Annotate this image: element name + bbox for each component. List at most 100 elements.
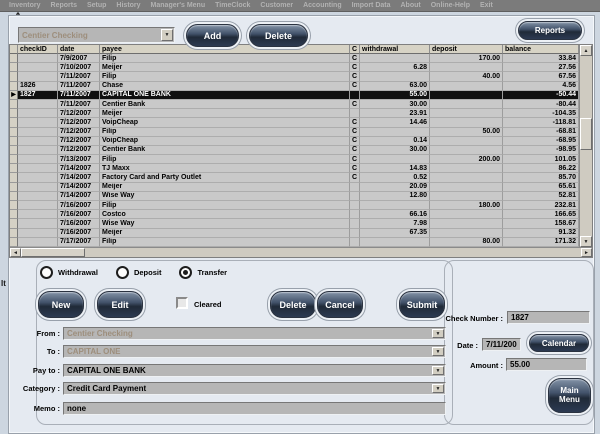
radio-transfer[interactable] [179, 266, 193, 279]
field-label-category: Category : [22, 384, 60, 393]
field-value-category: Credit Card Payment [67, 384, 147, 393]
row-selector[interactable] [10, 136, 18, 146]
cell-deposit [430, 219, 503, 229]
row-selector[interactable] [10, 118, 18, 128]
reports-button[interactable]: Reports [518, 21, 582, 40]
table-row[interactable]: ▶ 1827 7/11/2007 CAPITAL ONE BANK 55.00 -50.4… [10, 90, 579, 100]
cell-date: 7/11/2007 [58, 99, 100, 110]
menu-item-setup[interactable]: Setup [82, 2, 111, 9]
table-row[interactable]: 7/12/2007 Centier Bank C 30.00 -98.95 [10, 145, 579, 156]
menu-item-accounting[interactable]: Accounting [298, 2, 347, 9]
row-selector[interactable] [10, 237, 18, 247]
table-row[interactable]: 7/11/2007 Filip C 40.00 67.56 [10, 72, 579, 82]
menu-item-manager-s-menu[interactable]: Manager's Menu [146, 2, 211, 9]
row-selector[interactable] [10, 99, 18, 110]
menu-item-customer[interactable]: Customer [255, 2, 298, 9]
menu-item-reports[interactable]: Reports [46, 2, 82, 9]
horizontal-scrollbar[interactable]: ◄ ► [10, 247, 592, 257]
new-button[interactable]: New [38, 291, 84, 318]
row-selector[interactable] [10, 81, 18, 91]
row-selector[interactable] [10, 155, 18, 165]
vertical-scrollbar[interactable]: ▲ ▼ [579, 45, 592, 247]
scroll-right-icon[interactable]: ► [581, 248, 592, 257]
row-selector[interactable] [10, 54, 18, 64]
table-row[interactable]: 7/14/2007 Factory Card and Party Outlet C 0… [10, 173, 579, 183]
table-row[interactable]: 7/14/2007 Meijer 20.09 65.61 [10, 182, 579, 192]
cell-payee: Filip [100, 127, 350, 137]
amount-field[interactable]: 55.00 [506, 358, 587, 371]
menu-item-timeclock[interactable]: TimeClock [210, 2, 255, 9]
menu-item-exit[interactable]: Exit [475, 2, 498, 9]
field-memo[interactable]: none [63, 402, 446, 415]
table-row[interactable]: 7/16/2007 Meijer 67.35 91.32 [10, 228, 579, 238]
table-row[interactable]: 7/12/2007 VoipCheap C 14.46 -118.81 [10, 118, 579, 128]
row-selector[interactable] [10, 72, 18, 82]
cleared-checkbox[interactable] [176, 297, 188, 309]
scroll-down-icon[interactable]: ▼ [580, 236, 592, 247]
radio-withdrawal[interactable] [40, 266, 53, 279]
table-row[interactable]: 7/9/2007 Filip C 170.00 33.84 [10, 54, 579, 64]
new-button-label: New [51, 299, 71, 310]
field-pay-to[interactable]: CAPITAL ONE BANK ▼ [63, 364, 446, 377]
cell-checkid [18, 136, 58, 146]
menu-item-about[interactable]: About [396, 2, 426, 9]
table-row[interactable]: 7/16/2007 Wise Way 7.98 158.67 [10, 219, 579, 229]
cell-cleared: C [350, 145, 360, 156]
cell-withdrawal: 0.52 [360, 173, 430, 183]
table-row[interactable]: 7/10/2007 Meijer C 6.28 27.56 [10, 63, 579, 73]
row-selector[interactable] [10, 210, 18, 220]
delete-account-button-label: Delete [264, 30, 292, 41]
edit-button[interactable]: Edit [97, 291, 143, 318]
table-row[interactable]: 7/16/2007 Filip 180.00 232.81 [10, 201, 579, 211]
table-row[interactable]: 7/13/2007 Filip C 200.00 101.05 [10, 155, 579, 165]
scroll-left-icon[interactable]: ◄ [10, 248, 21, 257]
row-selector[interactable] [10, 191, 18, 201]
row-selector[interactable] [10, 63, 18, 73]
row-selector[interactable]: ▶ [10, 90, 18, 100]
row-selector[interactable] [10, 228, 18, 238]
table-row[interactable]: 1826 7/11/2007 Chase C 63.00 4.56 [10, 81, 579, 91]
delete-account-button[interactable]: Delete [249, 24, 308, 47]
delete-button[interactable]: Delete [270, 291, 316, 318]
table-row[interactable]: 7/11/2007 Centier Bank C 30.00 -80.44 [10, 99, 579, 110]
horizontal-scroll-thumb[interactable] [21, 248, 85, 257]
chevron-down-icon[interactable]: ▼ [432, 384, 444, 393]
menu-item-history[interactable]: History [111, 2, 145, 9]
scroll-up-icon[interactable]: ▲ [580, 45, 592, 56]
menu-item-online-help[interactable]: Online-Help [426, 2, 475, 9]
menu-item-import-data[interactable]: Import Data [347, 2, 396, 9]
vertical-scroll-thumb[interactable] [580, 118, 592, 150]
cell-date: 7/9/2007 [58, 54, 100, 64]
date-field[interactable]: 7/11/200 [482, 338, 521, 351]
table-row[interactable]: 7/12/2007 VoipCheap C 0.14 -68.95 [10, 136, 579, 146]
calendar-button[interactable]: Calendar [529, 334, 589, 352]
cell-cleared: C [350, 72, 360, 82]
row-selector[interactable] [10, 127, 18, 137]
cell-balance: -118.81 [503, 118, 579, 128]
radio-deposit[interactable] [115, 266, 129, 279]
row-selector[interactable] [10, 164, 18, 174]
table-row[interactable]: 7/17/2007 Filip 80.00 171.32 [10, 237, 579, 247]
table-row[interactable]: 7/12/2007 Filip C 50.00 -68.81 [10, 127, 579, 137]
main-menu-button[interactable]: Main Menu [548, 378, 591, 413]
row-selector[interactable] [10, 173, 18, 183]
add-button[interactable]: Add [186, 24, 239, 47]
cell-checkid [18, 210, 58, 220]
field-category[interactable]: Credit Card Payment ▼ [63, 382, 446, 395]
menu-item-inventory[interactable]: Inventory [4, 2, 46, 9]
cell-checkid [18, 219, 58, 229]
cancel-button[interactable]: Cancel [317, 291, 363, 318]
cell-payee: VoipCheap [100, 118, 350, 128]
row-selector[interactable] [10, 219, 18, 229]
transaction-type-radios: Withdrawal Deposit Transfer [40, 266, 245, 279]
row-selector[interactable] [10, 145, 18, 156]
table-row[interactable]: 7/14/2007 Wise Way 12.80 52.81 [10, 191, 579, 201]
table-row[interactable]: 7/12/2007 Meijer 23.91 -104.35 [10, 109, 579, 119]
row-selector[interactable] [10, 182, 18, 192]
check-number-field[interactable]: 1827 [507, 311, 590, 324]
table-row[interactable]: 7/14/2007 TJ Maxx C 14.83 86.22 [10, 164, 579, 174]
row-selector[interactable] [10, 109, 18, 119]
row-selector[interactable] [10, 201, 18, 211]
cell-payee: Meijer [100, 63, 350, 73]
table-row[interactable]: 7/16/2007 Costco 66.16 166.65 [10, 210, 579, 220]
